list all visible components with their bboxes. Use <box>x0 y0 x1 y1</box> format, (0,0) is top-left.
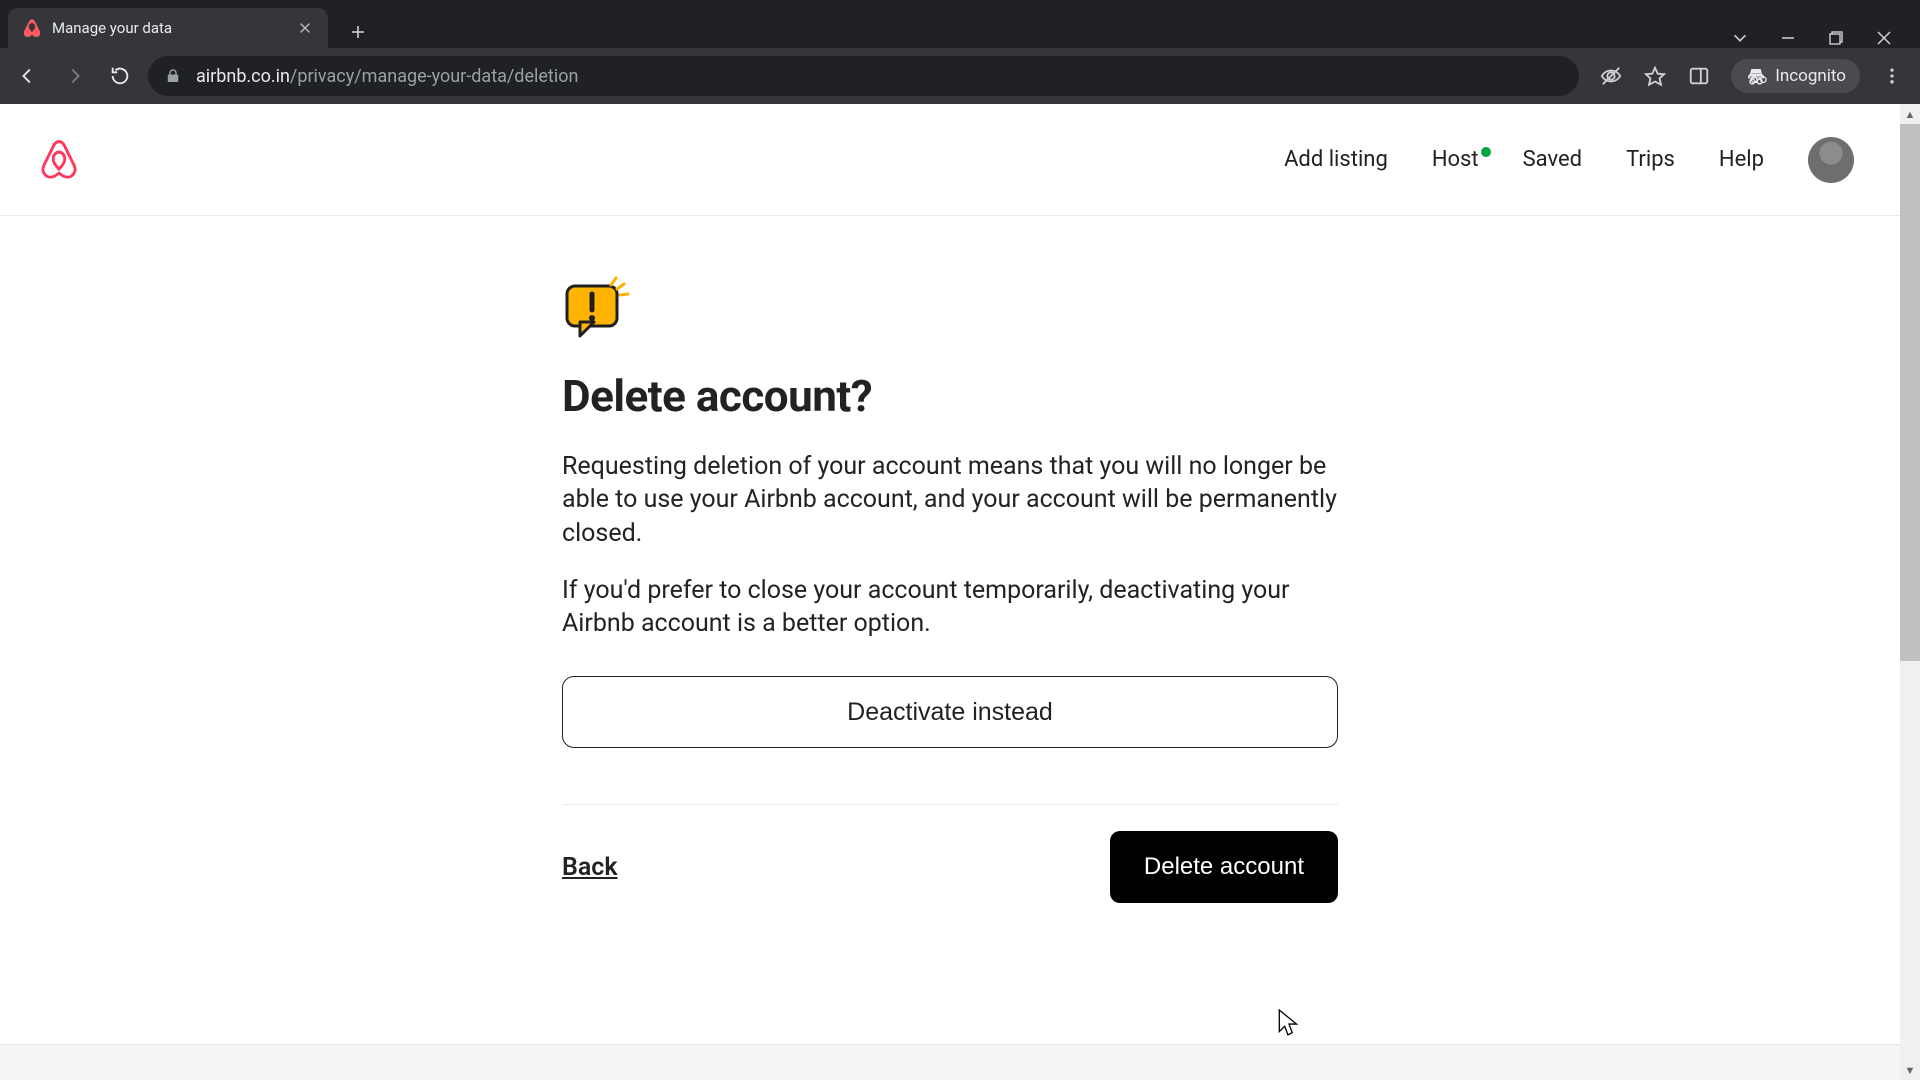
tab-search-icon[interactable] <box>1730 28 1750 48</box>
new-tab-button[interactable] <box>342 16 374 48</box>
side-panel-icon[interactable] <box>1687 64 1711 88</box>
close-window-button[interactable] <box>1874 28 1894 48</box>
site-nav: Add listing Host Saved Trips Help <box>1284 137 1854 183</box>
nav-saved[interactable]: Saved <box>1523 147 1582 172</box>
paragraph-1: Requesting deletion of your account mean… <box>562 450 1338 550</box>
vertical-scrollbar[interactable]: ▲ ▼ <box>1900 104 1920 1080</box>
delete-account-card: Delete account? Requesting deletion of y… <box>562 272 1338 1044</box>
forward-button[interactable] <box>56 58 92 94</box>
lock-icon <box>164 67 182 85</box>
toolbar-right: Incognito <box>1589 59 1910 93</box>
nav-add-listing[interactable]: Add listing <box>1284 147 1388 172</box>
back-link[interactable]: Back <box>562 853 618 882</box>
nav-host-label: Host <box>1432 147 1479 172</box>
scrollbar-thumb[interactable] <box>1900 124 1920 661</box>
page: Add listing Host Saved Trips Help <box>0 104 1900 1080</box>
warning-speech-bubble-icon <box>562 272 634 344</box>
close-tab-icon[interactable] <box>296 19 314 37</box>
deactivate-instead-button[interactable]: Deactivate instead <box>562 676 1338 748</box>
airbnb-logo[interactable] <box>38 137 80 183</box>
url-text: airbnb.co.in/privacy/manage-your-data/de… <box>196 66 1563 87</box>
tracking-blocked-icon[interactable] <box>1599 64 1623 88</box>
incognito-indicator: Incognito <box>1731 59 1860 93</box>
bookmark-icon[interactable] <box>1643 64 1667 88</box>
maximize-window-button[interactable] <box>1826 28 1846 48</box>
browser-menu-icon[interactable] <box>1880 64 1904 88</box>
page-title: Delete account? <box>562 370 1338 422</box>
window-controls <box>1730 28 1912 48</box>
footer-actions: Back Delete account <box>562 831 1338 903</box>
site-header: Add listing Host Saved Trips Help <box>0 104 1900 216</box>
nav-host[interactable]: Host <box>1432 147 1479 172</box>
page-viewport: Add listing Host Saved Trips Help <box>0 104 1920 1080</box>
browser-tab[interactable]: Manage your data <box>8 8 328 48</box>
browser-tab-title: Manage your data <box>52 19 286 37</box>
browser-toolbar: airbnb.co.in/privacy/manage-your-data/de… <box>0 48 1920 104</box>
notification-dot-icon <box>1481 147 1491 157</box>
address-bar[interactable]: airbnb.co.in/privacy/manage-your-data/de… <box>148 56 1579 96</box>
avatar[interactable] <box>1808 137 1854 183</box>
scroll-up-arrow-icon[interactable]: ▲ <box>1900 104 1920 124</box>
airbnb-favicon-icon <box>22 18 42 38</box>
reload-button[interactable] <box>102 58 138 94</box>
delete-account-button[interactable]: Delete account <box>1110 831 1338 903</box>
browser-chrome: Manage your data <box>0 0 1920 104</box>
incognito-label: Incognito <box>1775 66 1846 86</box>
scroll-down-arrow-icon[interactable]: ▼ <box>1900 1060 1920 1080</box>
paragraph-2: If you'd prefer to close your account te… <box>562 574 1338 641</box>
browser-tab-strip: Manage your data <box>0 0 1920 48</box>
nav-trips[interactable]: Trips <box>1626 147 1675 172</box>
minimize-window-button[interactable] <box>1778 28 1798 48</box>
back-button[interactable] <box>10 58 46 94</box>
main-content: Delete account? Requesting deletion of y… <box>0 216 1900 1044</box>
divider <box>562 804 1338 805</box>
nav-help[interactable]: Help <box>1719 147 1764 172</box>
page-bottom-bar <box>0 1044 1900 1080</box>
